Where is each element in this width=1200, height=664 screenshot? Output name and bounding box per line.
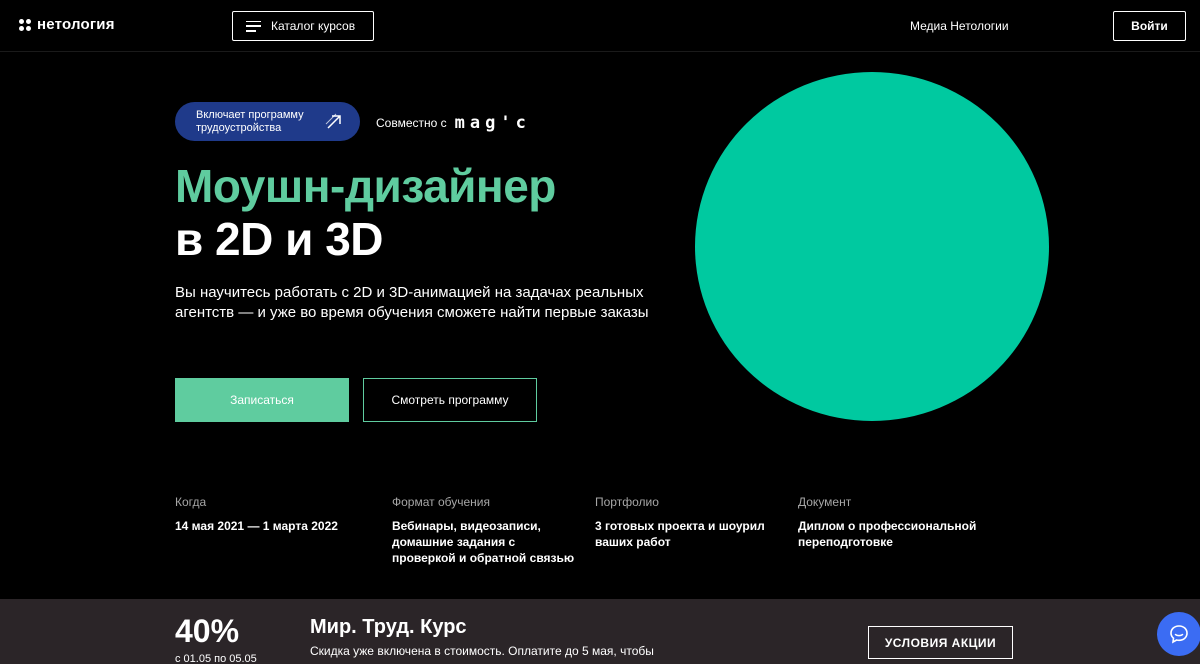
info-label: Формат обучения <box>392 495 490 509</box>
magic-logo: mag'c <box>454 113 531 133</box>
info-document: Документ Диплом о профессиональной переп… <box>798 495 983 550</box>
info-label: Когда <box>175 495 207 509</box>
page-title: Моушн-дизайнер в 2D и 3D <box>175 160 556 266</box>
arrow-up-right-icon <box>325 113 341 129</box>
title-line-1: Моушн-дизайнер <box>175 160 556 212</box>
info-value: 3 готовых проекта и шоурил ваших работ <box>595 519 765 549</box>
employment-badge[interactable]: Включает программу трудоустройства <box>175 102 360 141</box>
info-label: Портфолио <box>595 495 659 509</box>
media-link[interactable]: Медиа Нетологии <box>910 19 1009 33</box>
catalog-button-label: Каталог курсов <box>271 19 356 33</box>
logo[interactable]: нетология <box>19 16 115 33</box>
course-description: Вы научитесь работать с 2D и 3D-анимацие… <box>175 284 649 321</box>
info-value: 14 мая 2021 — 1 марта 2022 <box>175 519 338 533</box>
info-format: Формат обучения Вебинары, видеозаписи, д… <box>392 495 582 566</box>
netology-logo-icon <box>19 18 31 31</box>
info-when: Когда 14 мая 2021 — 1 марта 2022 <box>175 495 375 534</box>
catalog-button[interactable]: Каталог курсов <box>232 11 374 41</box>
promo-terms-button[interactable]: УСЛОВИЯ АКЦИИ <box>868 626 1013 659</box>
badge-line-1: Включает программу <box>196 108 304 121</box>
decorative-circle <box>695 72 1049 421</box>
promo-title: Мир. Труд. Курс <box>310 616 467 638</box>
login-button[interactable]: Войти <box>1113 11 1186 41</box>
enroll-button[interactable]: Записаться <box>175 378 349 422</box>
chat-icon <box>1170 625 1188 644</box>
info-label: Документ <box>798 495 852 509</box>
title-line-2: в 2D и 3D <box>175 213 384 265</box>
chat-button[interactable] <box>1157 612 1200 656</box>
promo-dates: с 01.05 по 05.05 <box>175 653 257 664</box>
info-portfolio: Портфолио 3 готовых проекта и шоурил ваш… <box>595 495 770 550</box>
logo-text: нетология <box>37 16 115 33</box>
info-value: Вебинары, видеозаписи, домашние задания … <box>392 519 575 565</box>
header: нетология Каталог курсов Медиа Нетологии… <box>0 0 1200 52</box>
promo-text: Скидка уже включена в стоимость. Оплатит… <box>310 644 654 658</box>
info-value: Диплом о профессиональной переподготовке <box>798 519 977 549</box>
partner-block: Совместно с mag'c <box>376 113 531 133</box>
badge-text: Включает программу трудоустройства <box>196 109 304 135</box>
promo-discount: 40% <box>175 613 240 649</box>
promo-banner: 40% с 01.05 по 05.05 Мир. Труд. Курс Ски… <box>0 599 1200 664</box>
badge-line-2: трудоустройства <box>196 121 282 134</box>
menu-icon <box>246 20 261 32</box>
view-program-button[interactable]: Смотреть программу <box>363 378 537 422</box>
partner-prefix: Совместно с <box>376 116 447 130</box>
